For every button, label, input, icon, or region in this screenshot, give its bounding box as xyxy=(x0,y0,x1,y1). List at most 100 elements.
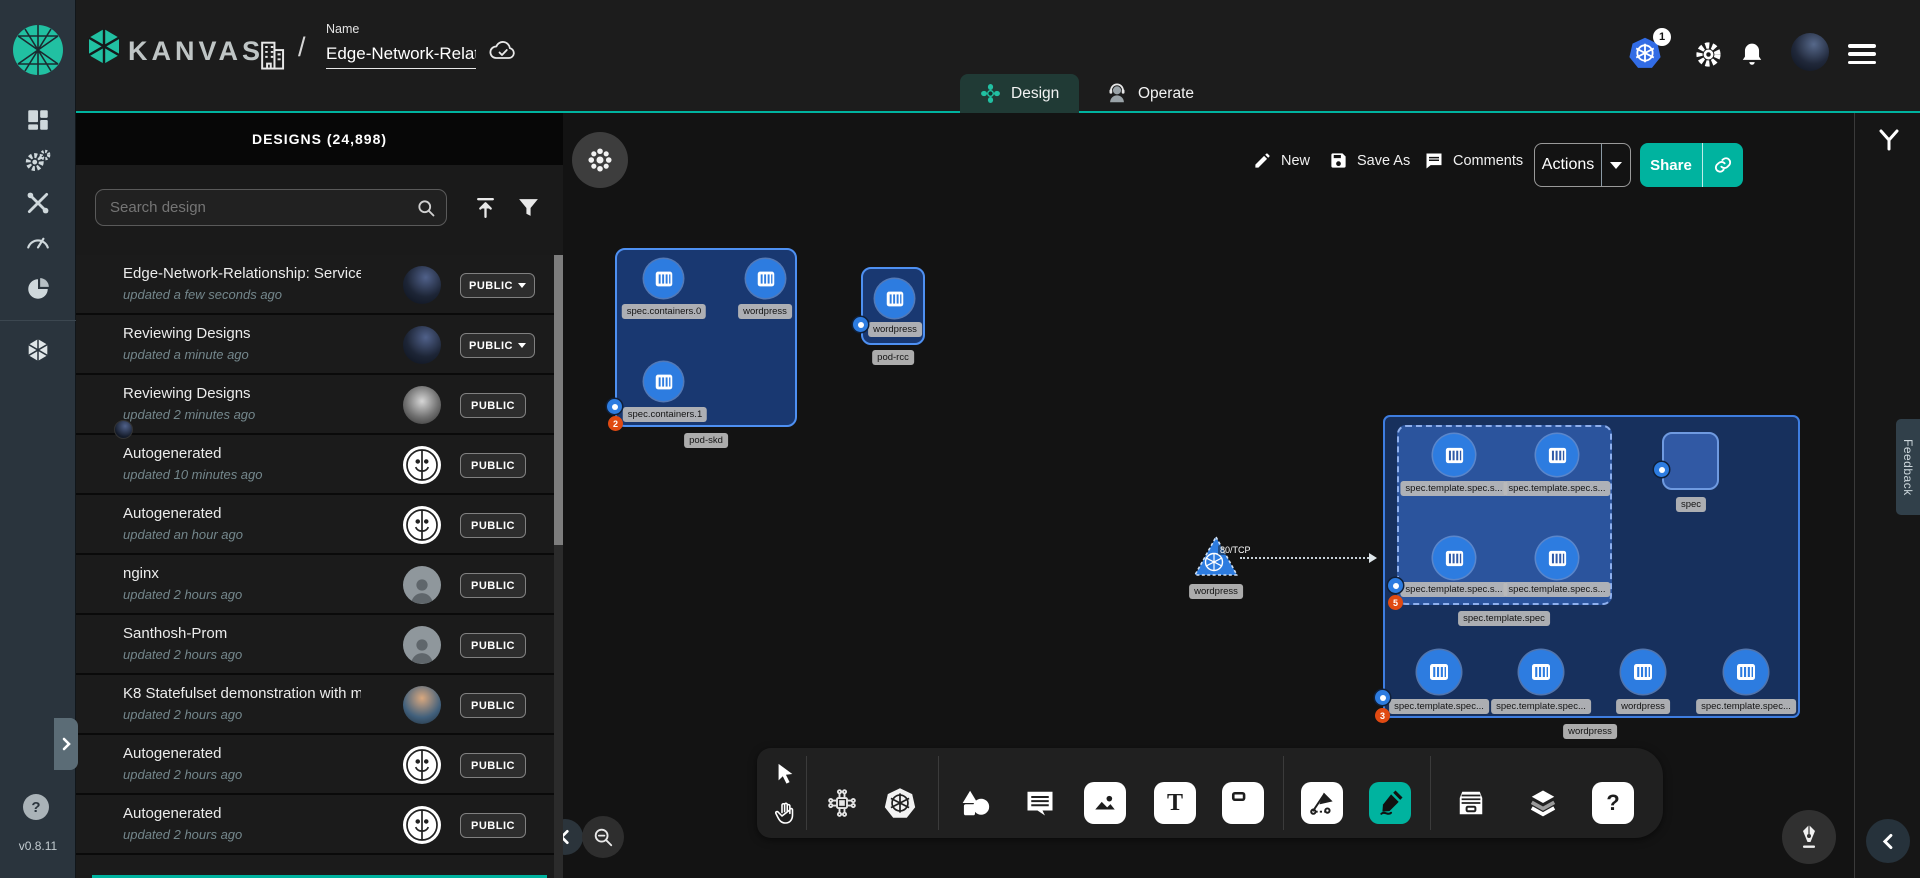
dashboard-icon[interactable] xyxy=(25,107,51,133)
container-node[interactable] xyxy=(1724,650,1768,694)
design-author-avatar[interactable] xyxy=(403,386,441,424)
pod-template-status-badge[interactable] xyxy=(1388,578,1403,593)
container-node[interactable] xyxy=(1433,434,1475,476)
select-tool[interactable] xyxy=(764,754,806,794)
filter-icon[interactable] xyxy=(516,195,541,220)
meshery-logo[interactable] xyxy=(12,24,64,76)
pod-template-error-badge[interactable]: 5 xyxy=(1388,595,1403,610)
design-author-avatar[interactable] xyxy=(403,626,441,664)
pod-rcc-node[interactable]: wordpress xyxy=(861,267,925,345)
container-node[interactable] xyxy=(1417,650,1461,694)
visibility-badge[interactable]: PUBLIC xyxy=(460,333,535,358)
visibility-badge[interactable]: PUBLIC xyxy=(460,453,526,478)
visibility-badge[interactable]: PUBLIC xyxy=(460,633,526,658)
container-node[interactable] xyxy=(644,259,683,298)
spec-status-badge[interactable] xyxy=(1654,462,1669,477)
help-tool[interactable]: ? xyxy=(1592,782,1634,824)
service-node[interactable] xyxy=(1191,533,1241,579)
collapse-right-button[interactable] xyxy=(1866,819,1910,863)
pod-skd-status-badge[interactable] xyxy=(607,399,622,414)
notifications-bell-icon[interactable] xyxy=(1739,41,1765,68)
visibility-badge[interactable]: PUBLIC xyxy=(460,393,526,418)
container-node[interactable] xyxy=(644,362,683,401)
organization-icon[interactable] xyxy=(257,39,287,71)
flow-merge-icon[interactable] xyxy=(1878,128,1900,152)
design-author-avatar[interactable] xyxy=(403,266,441,304)
pen-path-tool[interactable] xyxy=(1301,782,1343,824)
spec-node[interactable] xyxy=(1662,432,1719,490)
visibility-badge[interactable]: PUBLIC xyxy=(460,753,526,778)
settings-gear-icon[interactable] xyxy=(1695,41,1722,68)
meshery-catalog-icon[interactable] xyxy=(25,276,51,302)
text-tool[interactable]: T xyxy=(1154,782,1196,824)
user-avatar[interactable] xyxy=(1791,33,1829,71)
share-split-button[interactable]: Share xyxy=(1640,143,1743,187)
components-tool[interactable] xyxy=(821,782,863,824)
deployment-node[interactable]: spec.template.spec.s... spec.template.sp… xyxy=(1383,415,1800,718)
comment-tool[interactable] xyxy=(1019,782,1061,824)
visibility-badge[interactable]: PUBLIC xyxy=(460,273,535,298)
feedback-tab[interactable]: Feedback xyxy=(1896,419,1920,515)
container-node[interactable] xyxy=(1433,537,1475,579)
design-list-item[interactable]: Autogenerated updated 2 hours ago PUBLIC xyxy=(76,735,554,795)
pod-rcc-status-badge[interactable] xyxy=(853,317,868,332)
design-list-item[interactable]: Reviewing Designs updated a minute ago P… xyxy=(76,315,554,375)
design-author-avatar[interactable] xyxy=(403,746,441,784)
design-list-item[interactable]: Autogenerated updated 10 minutes ago PUB… xyxy=(76,435,554,495)
pod-skd-error-badge[interactable]: 2 xyxy=(608,416,623,431)
design-list-item[interactable]: Edge-Network-Relationship: Service updat… xyxy=(76,255,554,315)
container-node[interactable] xyxy=(1536,537,1578,579)
service-edge[interactable] xyxy=(1240,557,1372,559)
import-design-icon[interactable] xyxy=(473,195,498,220)
visibility-badge[interactable]: PUBLIC xyxy=(460,693,526,718)
deployment-status-badge[interactable] xyxy=(1375,690,1390,705)
zoom-control-button[interactable] xyxy=(582,816,624,858)
design-list-item[interactable]: Autogenerated updated 2 hours ago PUBLIC xyxy=(76,795,554,855)
design-author-avatar[interactable] xyxy=(403,806,441,844)
expand-rail-button[interactable] xyxy=(54,718,78,770)
container-node[interactable] xyxy=(746,259,785,298)
design-search-input[interactable] xyxy=(110,199,416,216)
design-list-item[interactable]: nginx updated 2 hours ago PUBLIC xyxy=(76,555,554,615)
performance-gauge-icon[interactable] xyxy=(25,229,51,255)
design-mode-pen-button[interactable] xyxy=(1782,810,1836,864)
tab-operate[interactable]: Operate xyxy=(1086,74,1214,113)
pan-tool[interactable] xyxy=(764,792,806,832)
frame-tool[interactable] xyxy=(1222,782,1264,824)
design-name-input[interactable] xyxy=(326,42,476,69)
shapes-tool[interactable] xyxy=(954,782,996,824)
design-list-item[interactable]: Santhosh-Prom updated 2 hours ago PUBLIC xyxy=(76,615,554,675)
help-button[interactable]: ? xyxy=(23,794,49,820)
meshery-canvas-button[interactable] xyxy=(572,132,628,188)
design-canvas[interactable]: New Save As Comments Actions Share 80/TC… xyxy=(563,113,1855,878)
tab-design[interactable]: Design xyxy=(960,74,1079,113)
kubernetes-tool[interactable] xyxy=(879,782,921,824)
configuration-tools-icon[interactable] xyxy=(25,190,51,216)
deployment-error-badge[interactable]: 3 xyxy=(1375,708,1390,723)
layers-tool[interactable] xyxy=(1522,782,1564,824)
container-node[interactable] xyxy=(1519,650,1563,694)
actions-split-button[interactable]: Actions xyxy=(1534,143,1631,187)
kanvas-logo-icon[interactable] xyxy=(86,27,122,67)
design-search-box[interactable] xyxy=(95,189,447,226)
design-author-avatar[interactable] xyxy=(403,566,441,604)
save-as-button[interactable]: Save As xyxy=(1329,151,1410,170)
actions-caret-button[interactable] xyxy=(1602,162,1630,169)
freehand-draw-tool[interactable] xyxy=(1369,782,1411,824)
designs-scrollbar-thumb[interactable] xyxy=(554,255,563,545)
visibility-badge[interactable]: PUBLIC xyxy=(460,513,526,538)
container-node[interactable] xyxy=(1536,434,1578,476)
kanvas-hexagon-icon[interactable] xyxy=(25,337,51,363)
visibility-badge[interactable]: PUBLIC xyxy=(460,813,526,838)
lifecycle-gears-icon[interactable] xyxy=(25,148,51,174)
image-tool[interactable] xyxy=(1084,782,1126,824)
pod-template-node[interactable]: spec.template.spec.s... spec.template.sp… xyxy=(1397,425,1612,605)
visibility-badge[interactable]: PUBLIC xyxy=(460,573,526,598)
design-author-avatar[interactable] xyxy=(403,686,441,724)
design-list-item[interactable]: Reviewing Designs updated 2 minutes ago … xyxy=(76,375,554,435)
design-list-item[interactable]: K8 Statefulset demonstration with mo upd… xyxy=(76,675,554,735)
new-design-button[interactable]: New xyxy=(1253,151,1310,170)
pod-skd-node[interactable]: spec.containers.0 wordpress spec.contain… xyxy=(615,248,797,427)
menu-hamburger-icon[interactable] xyxy=(1848,44,1876,64)
copy-link-button[interactable] xyxy=(1703,155,1743,175)
